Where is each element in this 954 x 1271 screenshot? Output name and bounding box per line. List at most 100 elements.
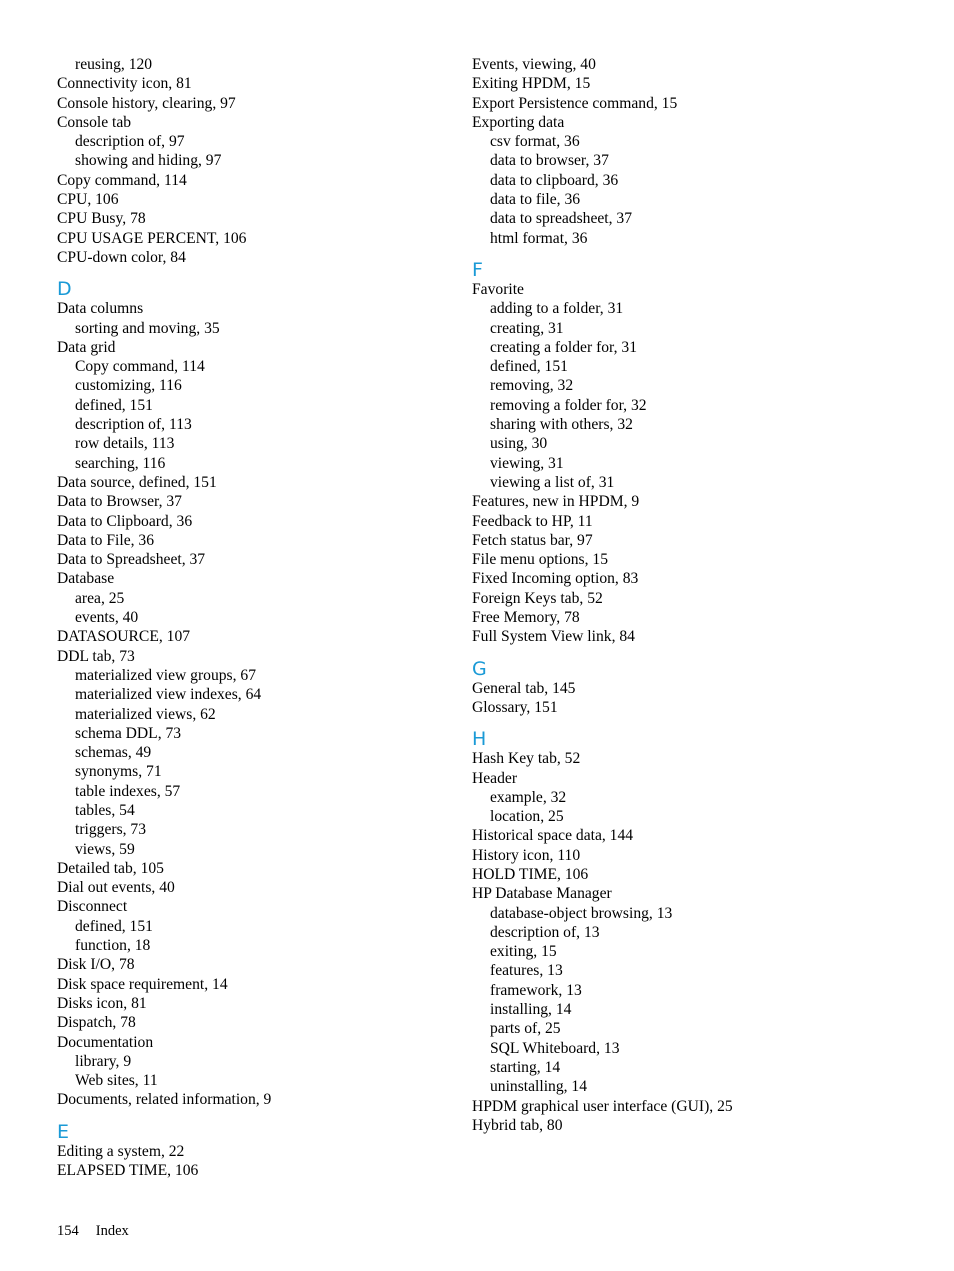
page-number: 154 (57, 1223, 79, 1239)
index-subentry: viewing, 31 (490, 454, 564, 472)
index-subentry: schema DDL, 73 (75, 724, 182, 742)
index-subentry: sharing with others, 32 (490, 416, 633, 434)
index-entry: General tab, 145 (472, 679, 576, 697)
index-entry: Dial out events, 40 (57, 879, 175, 897)
index-subentry: Copy command, 114 (75, 358, 205, 376)
index-letter-heading: F (472, 258, 483, 281)
index-entry: Connectivity icon, 81 (57, 75, 192, 93)
index-entry: Disconnect (57, 898, 128, 916)
index-entry: Features, new in HPDM, 9 (472, 493, 640, 511)
index-entry: Feedback to HP, 11 (472, 512, 593, 530)
index-column-right: Events, viewing, 40 Exiting HPDM, 15 Expor… (472, 55, 872, 1135)
index-subentry: starting, 14 (490, 1058, 561, 1076)
index-subentry: events, 40 (75, 609, 139, 627)
index-entry: Fetch status bar, 97 (472, 531, 593, 549)
index-letter-heading: H (472, 728, 487, 751)
index-entry: DATASOURCE, 107 (57, 628, 191, 646)
index-entry: Data grid (57, 338, 116, 356)
index-entry: CPU Busy, 78 (57, 210, 146, 228)
index-subentry: features, 13 (490, 962, 563, 980)
index-entry: Free Memory, 78 (472, 609, 580, 627)
index-entry: Disk I/O, 78 (57, 956, 135, 974)
index-subentry: synonyms, 71 (75, 763, 162, 781)
index-entry: Data to File, 36 (57, 531, 155, 549)
index-entry: ELAPSED TIME, 106 (57, 1162, 199, 1180)
index-letter-heading: G (472, 657, 487, 680)
index-subentry: exiting, 15 (490, 943, 557, 961)
index-subentry: description of, 97 (75, 133, 185, 151)
index-entry: Data to Clipboard, 36 (57, 512, 193, 530)
section-name: Index (95, 1223, 129, 1239)
index-subentry: SQL Whiteboard, 13 (490, 1039, 620, 1057)
index-entry: Header (472, 769, 518, 787)
index-subentry: description of, 113 (75, 416, 192, 434)
index-subentry: data to clipboard, 36 (490, 171, 619, 189)
index-subentry: row details, 113 (75, 435, 175, 453)
index-entry: Favorite (472, 280, 524, 298)
index-subentry: database-object browsing, 13 (490, 904, 673, 922)
index-subentry: schemas, 49 (75, 744, 152, 762)
index-subentry: using, 30 (490, 435, 548, 453)
index-subentry: location, 25 (490, 808, 564, 826)
index-subentry: customizing, 116 (75, 377, 182, 395)
index-entry: Data to Browser, 37 (57, 493, 182, 511)
index-subentry: materialized view groups, 67 (75, 666, 257, 684)
index-subentry: showing and hiding, 97 (75, 152, 222, 170)
index-subentry: html format, 36 (490, 229, 588, 247)
index-subentry: example, 32 (490, 788, 567, 806)
index-subentry: Web sites, 11 (75, 1072, 158, 1090)
index-subentry: creating, 31 (490, 319, 564, 337)
index-subentry: uninstalling, 14 (490, 1078, 588, 1096)
index-subentry: creating a folder for, 31 (490, 338, 638, 356)
index-entry: Console tab (57, 113, 132, 131)
index-subentry: function, 18 (75, 937, 151, 955)
index-entry: Data columns (57, 300, 144, 318)
index-entry: File menu options, 15 (472, 551, 609, 569)
index-entry: Full System View link, 84 (472, 628, 635, 646)
index-subentry: area, 25 (75, 589, 125, 607)
index-subentry: tables, 54 (75, 801, 135, 819)
index-subentry: csv format, 36 (490, 133, 580, 151)
index-entry: Dispatch, 78 (57, 1014, 136, 1032)
index-entry: History icon, 110 (472, 846, 581, 864)
index-entry: Exporting data (472, 113, 565, 131)
index-subentry: materialized view indexes, 64 (75, 686, 262, 704)
index-subentry: adding to a folder, 31 (490, 300, 624, 318)
index-subentry: removing a folder for, 32 (490, 396, 647, 414)
index-entry: CPU-down color, 84 (57, 248, 186, 266)
index-subentry: defined, 151 (75, 917, 153, 935)
index-column-left: reusing, 120 Connectivity icon, 81 Console… (57, 55, 457, 1180)
index-entry: Hybrid tab, 80 (472, 1116, 563, 1134)
index-entry: CPU, 106 (57, 191, 119, 209)
index-entry: Hash Key tab, 52 (472, 750, 581, 768)
index-subentry: viewing a list of, 31 (490, 473, 615, 491)
index-subentry: defined, 151 (490, 358, 568, 376)
index-subentry: defined, 151 (75, 396, 153, 414)
index-entry: Events, viewing, 40 (472, 56, 596, 73)
index-subentry: data to browser, 37 (490, 152, 609, 170)
index-subentry: data to file, 36 (490, 191, 581, 209)
index-entry: Export Persistence command, 15 (472, 94, 678, 112)
index-entry: Data source, defined, 151 (57, 473, 217, 491)
index-subentry: data to spreadsheet, 37 (490, 210, 633, 228)
index-entry: Data to Spreadsheet, 37 (57, 551, 206, 569)
index-entry: Disks icon, 81 (57, 994, 147, 1012)
index-entry: HOLD TIME, 106 (472, 865, 589, 883)
index-subentry: reusing, 120 (75, 56, 153, 73)
index-subentry: searching, 116 (75, 454, 166, 472)
index-letter-heading: D (57, 278, 72, 301)
index-entry: Disk space requirement, 14 (57, 975, 228, 993)
index-subentry: sorting and moving, 35 (75, 319, 220, 337)
index-entry: DDL tab, 73 (57, 647, 135, 665)
index-entry: Database (57, 570, 115, 588)
index-entry: Detailed tab, 105 (57, 859, 164, 877)
index-entry: Copy command, 114 (57, 171, 187, 189)
index-entry: Fixed Incoming option, 83 (472, 570, 639, 588)
index-subentry: framework, 13 (490, 981, 582, 999)
index-entry: Console history, clearing, 97 (57, 94, 236, 112)
index-entry: CPU USAGE PERCENT, 106 (57, 229, 247, 247)
index-subentry: removing, 32 (490, 377, 574, 395)
index-entry: Exiting HPDM, 15 (472, 75, 591, 93)
index-entry: Editing a system, 22 (57, 1142, 185, 1160)
index-subentry: installing, 14 (490, 1001, 572, 1019)
